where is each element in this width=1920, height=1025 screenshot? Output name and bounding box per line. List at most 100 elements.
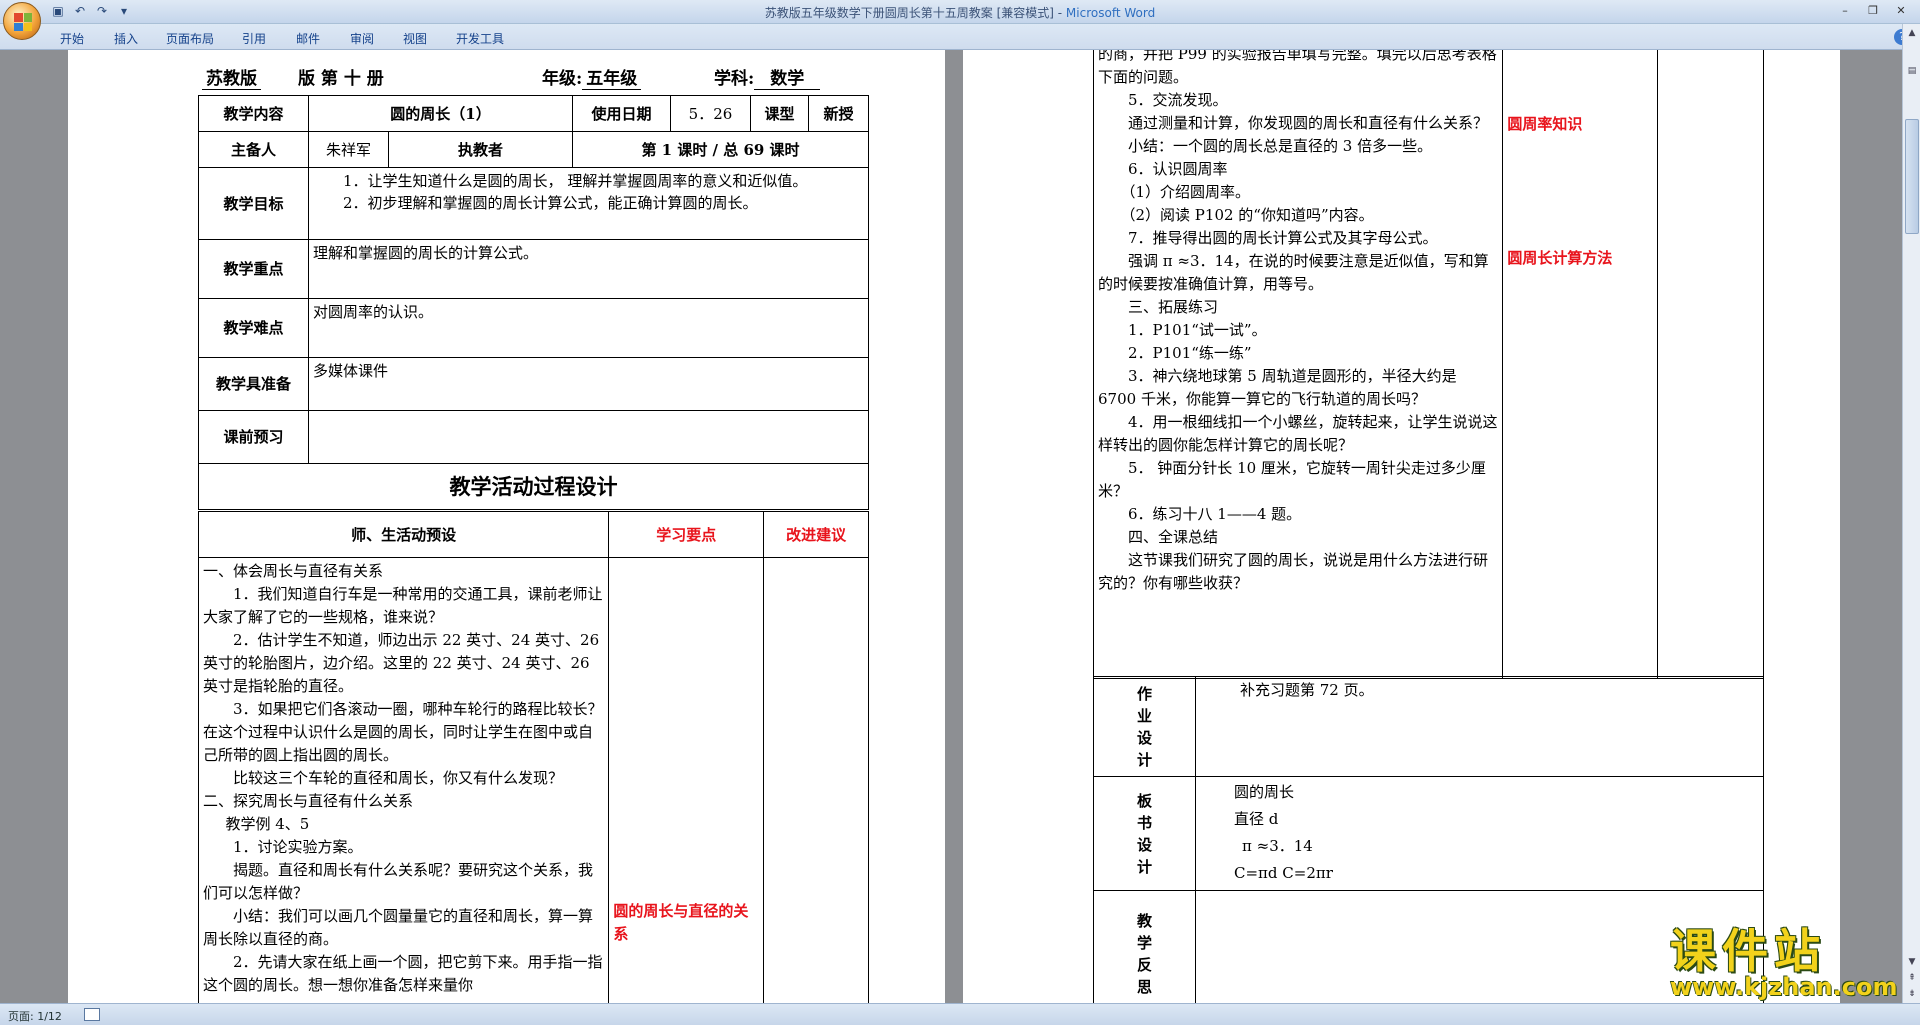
activity-line: 2．先请大家在纸上画一个圆，把它剪下来。用手指一指这个圆的周长。想一想你准备怎样… [203, 953, 603, 994]
status-bar: 页面: 1/12 [0, 1003, 1920, 1025]
ruler-toggle-icon[interactable]: ▤ [1905, 64, 1919, 78]
page-indicator[interactable]: 页面: 1/12 [8, 1008, 62, 1024]
scroll-up-icon[interactable]: ▲ [1905, 26, 1919, 40]
activity-line: 1．我们知道自行车是一种常用的交通工具，课前老师让大家了解了它的一些规格，谁来说… [203, 585, 603, 626]
homework-label: 作业设计 [1093, 676, 1196, 777]
restore-icon[interactable]: ❐ [1860, 2, 1886, 20]
header-publisher: 苏教版 [202, 64, 261, 90]
activity-line: （1）介绍圆周率。 [1120, 183, 1251, 201]
period-value[interactable]: 第 1 课时 / 总 69 课时 [572, 131, 869, 168]
tools-value[interactable]: 多媒体课件 [308, 357, 869, 411]
office-button[interactable] [3, 2, 41, 40]
tab-review[interactable]: 审阅 [350, 30, 374, 47]
col-points-header: 学习要点 [608, 511, 765, 558]
header-subject: 学科: 数学 [714, 64, 821, 90]
difficulty-value[interactable]: 对圆周率的认识。 [308, 298, 869, 358]
point-note: 圆周率知识 [1507, 115, 1583, 133]
proofing-icon[interactable] [84, 1008, 100, 1021]
tools-label: 教学具准备 [198, 357, 309, 411]
activity-line: 7．推导得出圆的周长计算公式及其字母公式。 [1128, 229, 1438, 247]
homework-value[interactable]: 补充习题第 72 页。 [1195, 676, 1764, 777]
activity-line: 1．讨论实验方案。 [233, 838, 363, 856]
activity-line: 1．P101“试一试”。 [1128, 321, 1267, 339]
content-label: 教学内容 [198, 95, 309, 132]
activity-cell-continued[interactable]: 的商，并把 P99 的实验报告单填写完整。填完以后思考表格下面的问题。 5．交流… [1092, 50, 1504, 679]
ribbon-tabs: 开始 插入 页面布局 引用 邮件 审阅 视图 开发工具 ? [0, 24, 1920, 50]
preview-value[interactable] [308, 410, 869, 464]
type-label: 课型 [750, 95, 809, 132]
activity-line: 2．估计学生不知道，师边出示 22 英寸、24 英寸、26 英寸的轮胎图片，边介… [203, 631, 600, 695]
lesson-info-table: 教学内容 圆的周长（1） 使用日期 5．26 课型 新授 主备人 朱祥军 执教者… [198, 95, 869, 510]
watermark-logo: 课件站 www.kjzhan.com [1670, 924, 1898, 1001]
teacher-label: 执教者 [388, 131, 573, 168]
tab-developer[interactable]: 开发工具 [456, 30, 504, 47]
col-activity-header: 师、生活动预设 [197, 511, 610, 558]
goal-label: 教学目标 [198, 167, 309, 240]
scroll-thumb[interactable] [1905, 119, 1919, 234]
activity-line: 小结：我们可以画几个圆量量它的直径和周长，算一算周长除以直径的商。 [203, 907, 594, 948]
activity-line: 这节课我们研究了圆的周长，说说是用什么方法进行研究的？你有哪些收获？ [1098, 551, 1489, 592]
activity-cell[interactable]: 一、体会周长与直径有关系 1．我们知道自行车是一种常用的交通工具，课前老师让大家… [197, 557, 610, 1003]
points-cell-continued[interactable]: 圆周率知识 圆周长计算方法 [1502, 50, 1659, 679]
point-note: 圆周长计算方法 [1507, 249, 1613, 267]
point-note: 圆的周长与直径的关系 [613, 902, 749, 943]
document-workspace: 苏教版 版 第 十 册 年级: 五年级 学科: 数学 教学内容 圆的周长（1） 使用… [0, 50, 1902, 1003]
section-title: 教学活动过程设计 [198, 463, 869, 510]
board-value[interactable]: 圆的周长 直径 d π ≈3．14 C=πd C=2πr [1195, 776, 1764, 891]
preparer-value[interactable]: 朱祥军 [308, 131, 389, 168]
col-advice-header: 改进建议 [763, 511, 869, 558]
activity-table: 师、生活动预设 学习要点 改进建议 一、体会周长与直径有关系 1．我们知道自行车… [197, 511, 869, 1003]
close-icon[interactable]: ✕ [1888, 2, 1914, 20]
document-page-1[interactable]: 苏教版 版 第 十 册 年级: 五年级 学科: 数学 教学内容 圆的周长（1） 使用… [68, 50, 945, 1003]
title-bar: ▣ ↶ ↷ ▾ 苏教版五年级数学下册圆周长第十五周教案 [兼容模式] - Mic… [0, 0, 1920, 24]
vertical-scrollbar[interactable]: ▲ ▤ ▼ ⇞ ⇟ [1902, 24, 1920, 1003]
activity-line: 的商，并把 P99 的实验报告单填写完整。填完以后思考表格下面的问题。 [1098, 50, 1497, 86]
key-value[interactable]: 理解和掌握圆的周长的计算公式。 [308, 239, 869, 299]
date-value[interactable]: 5．26 [670, 95, 751, 132]
activity-line: 二、探究周长与直径有什么关系 [203, 792, 414, 810]
board-line: C=πd C=2πr [1234, 864, 1333, 882]
activity-line: 四、全课总结 [1128, 528, 1219, 546]
activity-line: 2．P101“练一练” [1128, 344, 1252, 362]
activity-line: 小结：一个圆的周长总是直径的 3 倍多一些。 [1128, 137, 1433, 155]
tab-insert[interactable]: 插入 [114, 30, 138, 47]
difficulty-label: 教学难点 [198, 298, 309, 358]
board-label: 板书设计 [1093, 776, 1196, 891]
date-label: 使用日期 [572, 95, 671, 132]
tab-home[interactable]: 开始 [60, 30, 84, 47]
activity-line: 比较这三个车轮的直径和周长，你又有什么发现？ [233, 769, 564, 787]
window-title: 苏教版五年级数学下册圆周长第十五周教案 [兼容模式] - Microsoft W… [764, 6, 1156, 20]
points-cell[interactable]: 圆的周长与直径的关系 [608, 557, 765, 1003]
content-value[interactable]: 圆的周长（1） [308, 95, 573, 132]
activity-line: 三、拓展练习 [1128, 298, 1219, 316]
header-grade: 年级: 五年级 [542, 64, 642, 90]
activity-line: 揭题。直径和周长有什么关系呢？要研究这个关系，我们可以怎样做？ [203, 861, 594, 902]
activity-line: 6．认识圆周率 [1128, 160, 1228, 178]
activity-line: 3．如果把它们各滚动一圈，哪种车轮行的路程比较长？ 在这个过程中认识什么是圆的周… [203, 700, 603, 764]
activity-line: 3．神六绕地球第 5 周轨道是圆形的，半径大约是 6700 千米，你能算一算它的… [1098, 367, 1457, 408]
advice-cell-continued[interactable] [1657, 50, 1764, 679]
key-label: 教学重点 [198, 239, 309, 299]
board-line: 圆的周长 [1234, 783, 1295, 801]
header-volume: 版 第 十 册 [298, 69, 384, 89]
minimize-icon[interactable]: – [1832, 2, 1858, 20]
activity-line: 教学例 4、5 [225, 815, 310, 833]
advice-cell[interactable] [763, 557, 869, 1003]
activity-line: 强调 π ≈3．14，在说的时候要注意是近似值，写和算的时候要按准确值计算，用等… [1098, 252, 1489, 293]
tab-view[interactable]: 视图 [403, 30, 427, 47]
activity-line: 5．交流发现。 [1128, 91, 1228, 109]
activity-line: （2）阅读 P102 的“你知道吗”内容。 [1120, 206, 1374, 224]
tab-mailings[interactable]: 邮件 [296, 30, 320, 47]
type-value[interactable]: 新授 [808, 95, 869, 132]
tab-page-layout[interactable]: 页面布局 [166, 30, 214, 47]
activity-line: 6．练习十八 1——4 题。 [1128, 505, 1302, 523]
reflection-label: 教学反思 [1093, 890, 1196, 1003]
goal-value[interactable]: 1．让学生知道什么是圆的周长， 理解并掌握圆周率的意义和近似值。 2．初步理解和掌… [308, 167, 869, 240]
tab-references[interactable]: 引用 [242, 30, 266, 47]
activity-line: 4．用一根细线扣一个小螺丝，旋转起来，让学生说说这样转出的圆你能怎样计算它的周长… [1098, 413, 1498, 454]
document-page-2[interactable]: 的商，并把 P99 的实验报告单填写完整。填完以后思考表格下面的问题。 5．交流… [963, 50, 1840, 1003]
activity-line: 通过测量和计算，你发现圆的周长和直径有什么关系？ [1128, 114, 1489, 132]
office-logo-icon [14, 13, 32, 31]
board-line: 直径 d [1234, 810, 1279, 828]
activity-line: 一、体会周长与直径有关系 [203, 562, 384, 580]
